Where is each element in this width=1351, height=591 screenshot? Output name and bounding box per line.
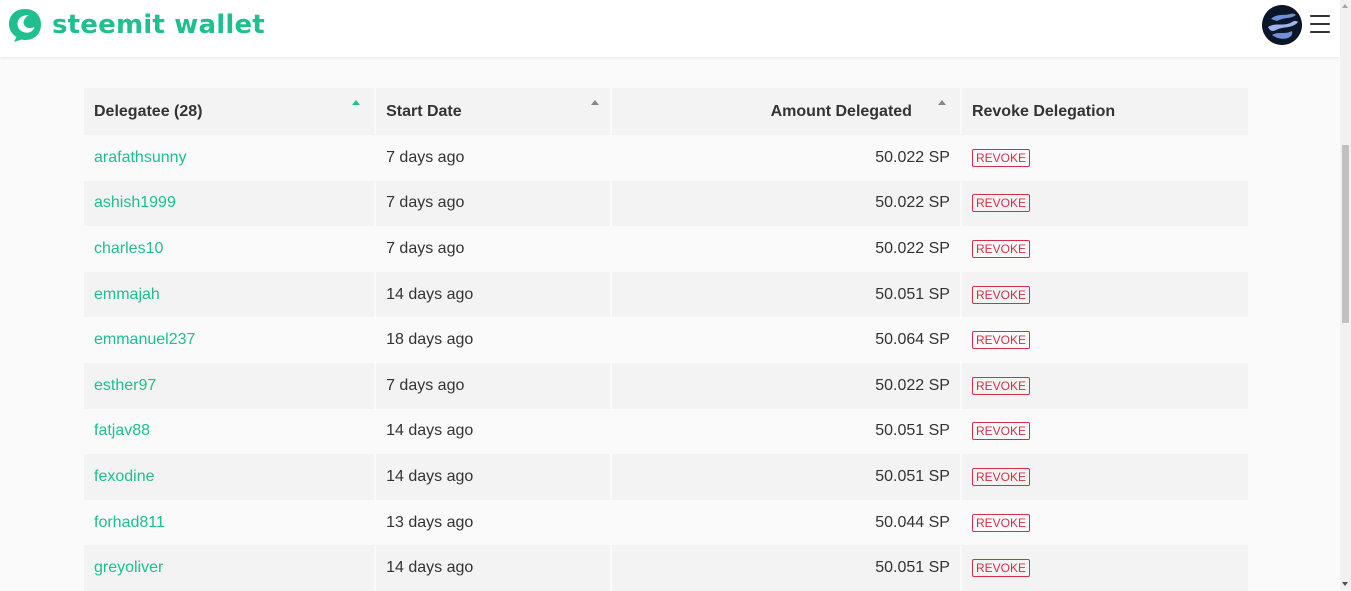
- amount-cell: 50.051 SP: [612, 545, 960, 591]
- amount-cell: 50.064 SP: [612, 317, 960, 363]
- start-date-cell: 14 days ago: [376, 271, 611, 318]
- start-date-column-header[interactable]: Start Date: [376, 88, 611, 135]
- revoke-button[interactable]: REVOKE: [971, 559, 1030, 578]
- delegatee-cell: arafathsunny: [84, 135, 375, 181]
- revoke-button[interactable]: REVOKE: [971, 513, 1030, 532]
- delegatee-cell: esther97: [84, 362, 375, 409]
- delegatee-column-header[interactable]: Delegatee (28): [84, 88, 375, 135]
- amount-cell: 50.022 SP: [612, 226, 960, 272]
- start-date-cell: 13 days ago: [376, 499, 611, 546]
- revoke-cell: REVOKE: [961, 499, 1248, 546]
- table-row: ashish1999 7 days ago 50.022 SP REVOKE: [84, 180, 1248, 227]
- delegatee-cell: fatjav88: [84, 408, 375, 455]
- delegatee-link[interactable]: emmanuel237: [94, 331, 195, 348]
- sort-asc-icon: [352, 100, 360, 105]
- delegatee-link[interactable]: arafathsunny: [94, 149, 187, 166]
- start-date-cell: 14 days ago: [376, 545, 611, 591]
- revoke-cell: REVOKE: [961, 454, 1248, 500]
- avatar-image: [1262, 5, 1302, 45]
- revoke-cell: REVOKE: [961, 545, 1248, 591]
- delegatee-cell: greyoliver: [84, 545, 375, 591]
- delegatee-link[interactable]: fatjav88: [94, 422, 150, 439]
- delegatee-cell: emmajah: [84, 271, 375, 318]
- delegations-table: Delegatee (28) Start Date Amount Delegat…: [82, 88, 1250, 591]
- table-body: arafathsunny 7 days ago 50.022 SP REVOKE ash…: [84, 135, 1248, 591]
- amount-cell: 50.044 SP: [612, 499, 960, 546]
- start-date-cell: 7 days ago: [376, 362, 611, 409]
- user-avatar[interactable]: [1262, 5, 1302, 45]
- column-label: Amount Delegated: [770, 102, 912, 120]
- sort-icon: [591, 100, 600, 105]
- revoke-delegation-column-header: Revoke Delegation: [961, 88, 1248, 135]
- table-row: emmanuel237 18 days ago 50.064 SP REVOKE: [84, 317, 1248, 363]
- revoke-button[interactable]: REVOKE: [971, 467, 1030, 486]
- revoke-button[interactable]: REVOKE: [971, 148, 1030, 167]
- scroll-up-arrow-icon[interactable]: [1342, 4, 1348, 8]
- steemit-logo-icon: [9, 9, 41, 42]
- start-date-cell: 14 days ago: [376, 408, 611, 455]
- revoke-button[interactable]: REVOKE: [971, 376, 1030, 395]
- top-header: steemit wallet: [0, 0, 1340, 57]
- sort-icon: [938, 100, 947, 105]
- delegatee-link[interactable]: ashish1999: [94, 194, 176, 211]
- amount-cell: 50.022 SP: [612, 180, 960, 227]
- column-label: Start Date: [386, 102, 462, 120]
- delegatee-link[interactable]: fexodine: [94, 468, 155, 485]
- start-date-cell: 7 days ago: [376, 226, 611, 272]
- table-header-row: Delegatee (28) Start Date Amount Delegat…: [84, 88, 1248, 135]
- scroll-thumb[interactable]: [1342, 145, 1349, 323]
- revoke-button[interactable]: REVOKE: [971, 285, 1030, 304]
- revoke-cell: REVOKE: [961, 226, 1248, 272]
- revoke-cell: REVOKE: [961, 362, 1248, 409]
- delegatee-cell: emmanuel237: [84, 317, 375, 363]
- revoke-button[interactable]: REVOKE: [971, 239, 1030, 258]
- table-row: arafathsunny 7 days ago 50.022 SP REVOKE: [84, 135, 1248, 181]
- revoke-cell: REVOKE: [961, 408, 1248, 455]
- steemit-wallet-logo[interactable]: steemit wallet: [6, 6, 265, 44]
- amount-cell: 50.051 SP: [612, 408, 960, 455]
- amount-cell: 50.022 SP: [612, 135, 960, 181]
- table-row: esther97 7 days ago 50.022 SP REVOKE: [84, 362, 1248, 409]
- column-label: Delegatee (28): [94, 102, 203, 120]
- revoke-cell: REVOKE: [961, 135, 1248, 181]
- revoke-cell: REVOKE: [961, 180, 1248, 227]
- delegatee-cell: charles10: [84, 226, 375, 272]
- table-row: charles10 7 days ago 50.022 SP REVOKE: [84, 226, 1248, 272]
- delegatee-link[interactable]: greyoliver: [94, 559, 163, 576]
- amount-cell: 50.051 SP: [612, 271, 960, 318]
- revoke-cell: REVOKE: [961, 271, 1248, 318]
- delegatee-link[interactable]: charles10: [94, 240, 163, 257]
- delegatee-link[interactable]: forhad811: [94, 514, 165, 531]
- start-date-cell: 14 days ago: [376, 454, 611, 500]
- table-row: greyoliver 14 days ago 50.051 SP REVOKE: [84, 545, 1248, 591]
- start-date-cell: 7 days ago: [376, 135, 611, 181]
- vertical-scrollbar[interactable]: [1340, 0, 1351, 590]
- start-date-cell: 7 days ago: [376, 180, 611, 227]
- delegatee-link[interactable]: esther97: [94, 377, 156, 394]
- amount-cell: 50.022 SP: [612, 362, 960, 409]
- delegatee-cell: forhad811: [84, 499, 375, 546]
- column-label: Revoke Delegation: [971, 102, 1116, 120]
- logo-text: steemit wallet: [52, 10, 265, 40]
- start-date-cell: 18 days ago: [376, 317, 611, 363]
- amount-delegated-column-header[interactable]: Amount Delegated: [612, 88, 960, 135]
- scroll-down-arrow-icon[interactable]: [1342, 582, 1348, 586]
- table-row: fexodine 14 days ago 50.051 SP REVOKE: [84, 454, 1248, 500]
- amount-cell: 50.051 SP: [612, 454, 960, 500]
- delegatee-cell: ashish1999: [84, 180, 375, 227]
- table-row: fatjav88 14 days ago 50.051 SP REVOKE: [84, 408, 1248, 455]
- revoke-cell: REVOKE: [961, 317, 1248, 363]
- hamburger-menu-icon[interactable]: [1310, 15, 1330, 33]
- revoke-button[interactable]: REVOKE: [971, 331, 1030, 350]
- table-row: emmajah 14 days ago 50.051 SP REVOKE: [84, 271, 1248, 318]
- table-row: forhad811 13 days ago 50.044 SP REVOKE: [84, 499, 1248, 546]
- revoke-button[interactable]: REVOKE: [971, 194, 1030, 213]
- revoke-button[interactable]: REVOKE: [971, 422, 1030, 441]
- delegatee-link[interactable]: emmajah: [94, 286, 160, 303]
- delegatee-cell: fexodine: [84, 454, 375, 500]
